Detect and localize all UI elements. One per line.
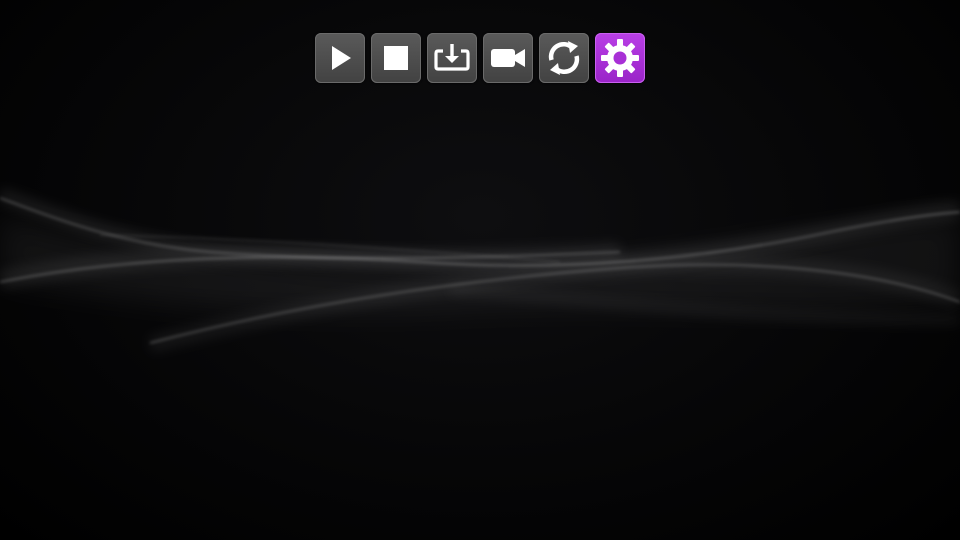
refresh-icon <box>548 41 580 75</box>
gear-icon <box>601 39 639 77</box>
toolbar <box>315 33 645 83</box>
refresh-button[interactable] <box>539 33 589 83</box>
settings-button[interactable] <box>595 33 645 83</box>
video-camera-icon <box>491 49 525 67</box>
stop-icon <box>384 46 408 70</box>
play-button[interactable] <box>315 33 365 83</box>
play-icon <box>332 46 351 70</box>
stop-button[interactable] <box>371 33 421 83</box>
download-tray-icon <box>434 44 470 71</box>
desktop-screen <box>0 0 960 540</box>
record-button[interactable] <box>483 33 533 83</box>
save-button[interactable] <box>427 33 477 83</box>
